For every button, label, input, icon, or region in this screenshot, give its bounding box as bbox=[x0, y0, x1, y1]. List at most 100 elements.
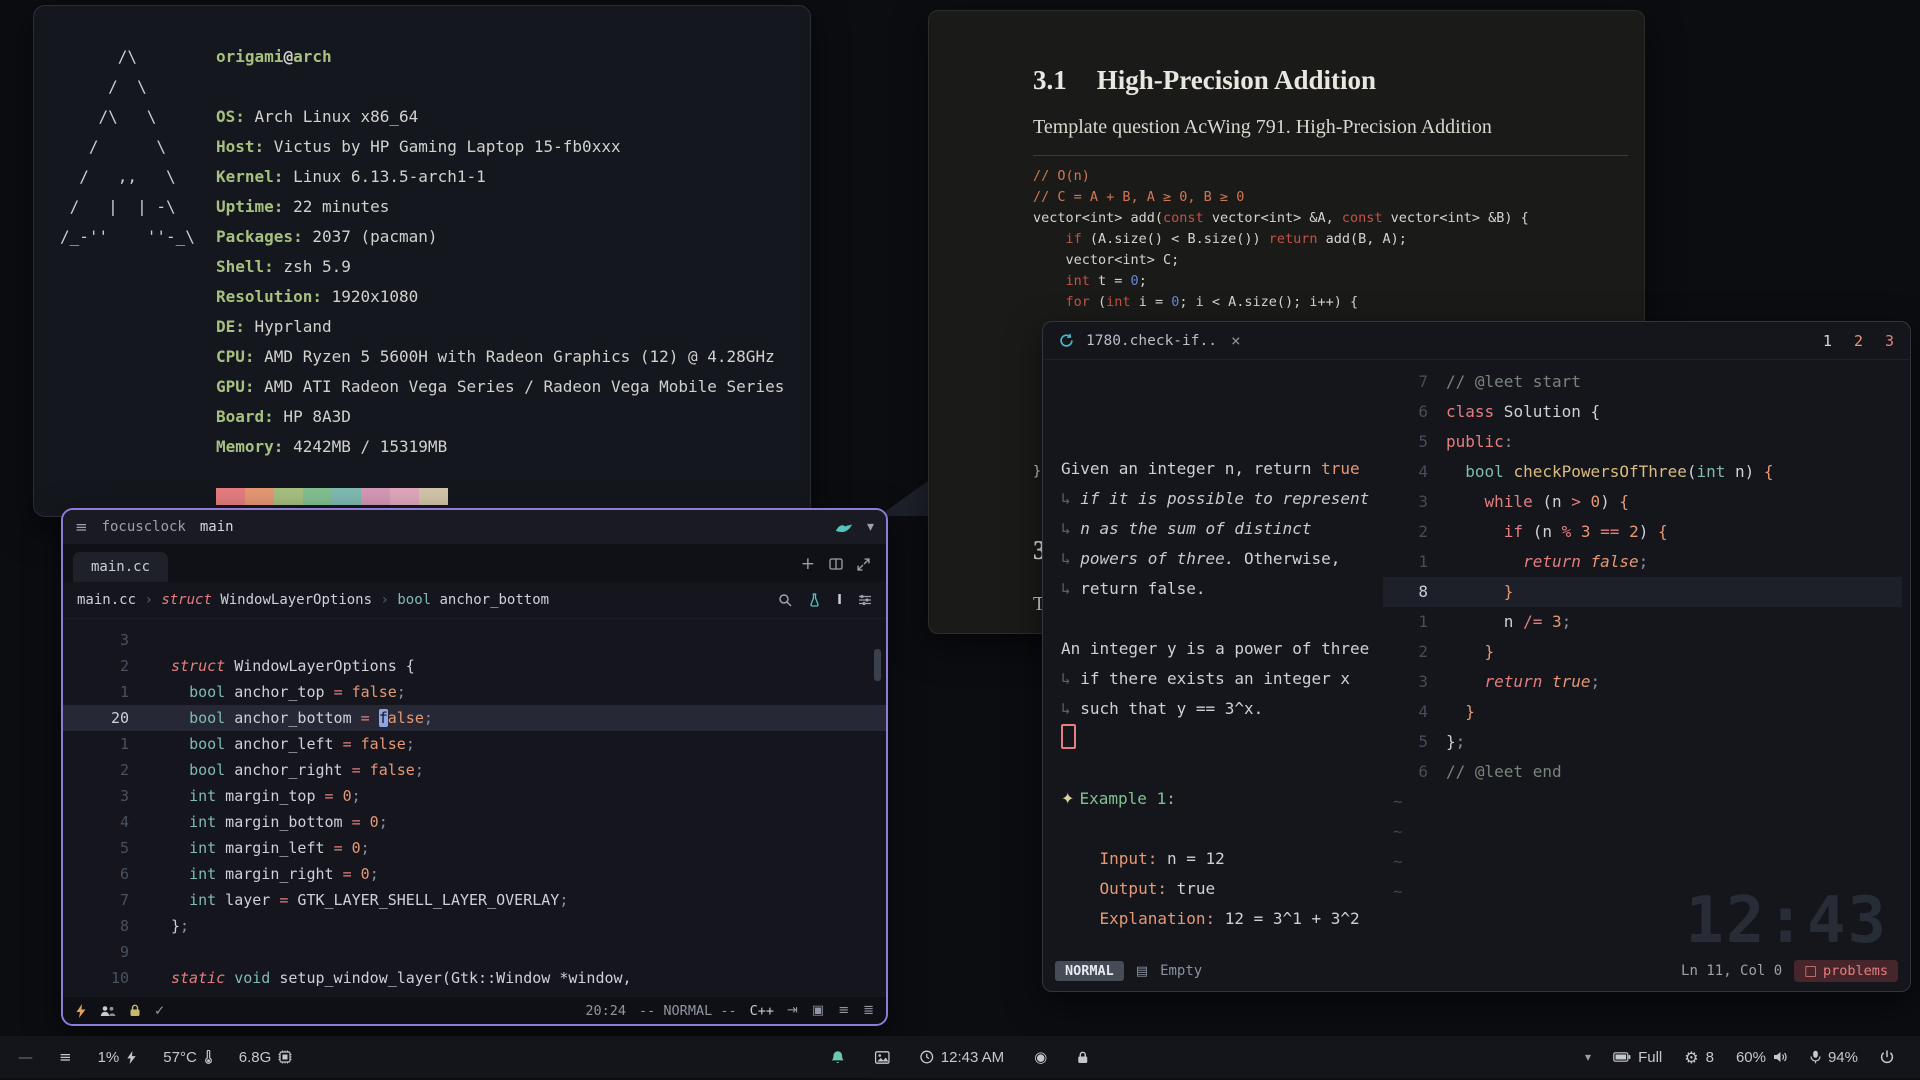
line-number: 8 bbox=[63, 913, 129, 939]
line-number: 1 bbox=[1383, 547, 1428, 577]
text-line: vector<int> C; bbox=[1033, 250, 1644, 271]
problem-description-pane[interactable]: Given an integer n, return true↳ if it i… bbox=[1043, 359, 1401, 951]
editor-statusline: ✓ 20:24 -- NORMAL -- C++ ⇥ ▣ ≡ ≣ bbox=[63, 997, 886, 1024]
list-icon[interactable]: ≡ bbox=[838, 1003, 849, 1018]
text-line: ↳ powers of three. Otherwise, bbox=[1061, 544, 1401, 574]
code-line: 4 bool checkPowersOfThree(int n) { bbox=[1383, 457, 1902, 487]
line-number: 2 bbox=[63, 653, 129, 679]
users-icon[interactable] bbox=[100, 1005, 116, 1017]
code-line: 7 int layer = GTK_LAYER_SHELL_LAYER_OVER… bbox=[63, 887, 886, 913]
line-number: 8 bbox=[1383, 577, 1428, 607]
leetcode-statusline: NORMAL ▤ Empty Ln 11, Col 0 □problems bbox=[1043, 955, 1910, 987]
mark-3[interactable]: 3 bbox=[1885, 332, 1894, 350]
code-line: 3 return true; bbox=[1383, 667, 1902, 697]
code-line: 20 bool anchor_bottom = false; bbox=[63, 705, 886, 731]
text-line bbox=[1061, 724, 1401, 754]
clock-overlay: 12:43 bbox=[1685, 884, 1888, 958]
code-line: 1 bool anchor_top = false; bbox=[63, 679, 886, 705]
memory-value: 6.8G bbox=[239, 1049, 272, 1066]
line-number: 9 bbox=[63, 939, 129, 965]
temperature-value: 57°C bbox=[163, 1049, 197, 1066]
empty-line-tilde: ~ bbox=[1383, 787, 1902, 817]
text-line bbox=[1061, 754, 1401, 784]
memory-module[interactable]: 6.8G bbox=[239, 1049, 293, 1066]
code-line: 4 int margin_bottom = 0; bbox=[63, 809, 886, 835]
line-number: 3 bbox=[1383, 487, 1428, 517]
updates-module[interactable]: ⚙8 bbox=[1684, 1048, 1714, 1067]
sliders-icon[interactable] bbox=[858, 594, 872, 606]
refresh-icon[interactable] bbox=[1059, 333, 1074, 348]
dash-icon[interactable]: — bbox=[18, 1048, 33, 1066]
cpu-module[interactable]: 1% bbox=[98, 1049, 138, 1066]
statusline-filetype: C++ bbox=[750, 1003, 774, 1019]
app-menu-icon[interactable]: ≡ bbox=[59, 1048, 72, 1066]
notification-bell-icon[interactable] bbox=[831, 1050, 845, 1065]
editor-terminal-window: ≡ focusclock main ▾ main.cc + main.cc › … bbox=[61, 508, 888, 1026]
indent-icon[interactable]: ⇥ bbox=[787, 1003, 798, 1018]
record-icon[interactable]: ◉ bbox=[1034, 1048, 1047, 1066]
fetch-line: Kernel: Linux 6.13.5-arch1-1 bbox=[216, 162, 784, 192]
power-icon[interactable] bbox=[1880, 1050, 1894, 1064]
doc-section-number: 3.1 bbox=[1033, 65, 1067, 95]
text-line: // O(n) bbox=[1033, 166, 1644, 187]
tray-arrow-icon[interactable]: ▾ bbox=[1585, 1050, 1591, 1064]
thermometer-icon bbox=[204, 1050, 213, 1064]
temperature-module[interactable]: 57°C bbox=[163, 1049, 213, 1066]
code-line: 1 bool anchor_left = false; bbox=[63, 731, 886, 757]
search-icon[interactable] bbox=[778, 593, 792, 607]
zap-icon[interactable] bbox=[75, 1004, 87, 1018]
fetch-line: Board: HP 8A3D bbox=[216, 402, 784, 432]
tmux-statusbar[interactable]: ≡ focusclock main ▾ bbox=[63, 510, 886, 544]
text-line: An integer y is a power of three bbox=[1061, 634, 1401, 664]
split-window-icon[interactable] bbox=[829, 557, 843, 571]
text-line: Explanation: 12 = 3^1 + 3^2 bbox=[1061, 904, 1401, 934]
statusline-time: 20:24 bbox=[585, 1003, 626, 1019]
tmux-session-name[interactable]: focusclock bbox=[102, 519, 186, 535]
leetcode-titlebar[interactable]: 1780.check-if.. × 1 2 3 bbox=[1043, 322, 1910, 360]
maximize-icon[interactable] bbox=[857, 558, 870, 571]
flask-icon[interactable] bbox=[808, 593, 821, 607]
text-line bbox=[1061, 604, 1401, 634]
mark-1[interactable]: 1 bbox=[1823, 332, 1832, 350]
box-icon[interactable]: ▣ bbox=[812, 1003, 824, 1018]
buffer-tab-title[interactable]: 1780.check-if.. bbox=[1086, 333, 1217, 349]
menu-icon[interactable]: ≡ bbox=[75, 518, 88, 536]
fetch-user: origami bbox=[216, 47, 283, 66]
statusline-mode: -- NORMAL -- bbox=[639, 1003, 737, 1019]
breadcrumb[interactable]: main.cc › struct WindowLayerOptions › bo… bbox=[77, 592, 549, 608]
code-line: 8}; bbox=[63, 913, 886, 939]
line-number: 7 bbox=[63, 887, 129, 913]
clock-module[interactable]: 12:43 AM bbox=[920, 1049, 1004, 1066]
line-number: 7 bbox=[1383, 367, 1428, 397]
chevron-down-icon[interactable]: ▾ bbox=[867, 519, 874, 535]
line-number: 4 bbox=[63, 809, 129, 835]
solution-buffer: 7// @leet start6class Solution {5public:… bbox=[1383, 367, 1902, 907]
speaker-icon bbox=[1773, 1051, 1788, 1063]
mark-2[interactable]: 2 bbox=[1854, 332, 1863, 350]
editor-tabbar: main.cc + bbox=[63, 544, 886, 582]
screenshot-icon[interactable] bbox=[875, 1051, 890, 1064]
tab-main-cc[interactable]: main.cc bbox=[73, 552, 168, 582]
tmux-window-name[interactable]: main bbox=[200, 519, 234, 535]
new-tab-button[interactable]: + bbox=[801, 554, 815, 574]
waybar: — ≡ 1% 57°C 6.8G 12:43 AM ◉ ▾ Full ⚙8 60… bbox=[0, 1036, 1920, 1078]
vertical-scrollbar[interactable] bbox=[874, 649, 881, 681]
solution-editor-pane[interactable]: 7// @leet start6class Solution {5public:… bbox=[1383, 359, 1902, 951]
outline-icon[interactable]: ≣ bbox=[863, 1003, 874, 1018]
screen-lock-icon[interactable] bbox=[1077, 1051, 1089, 1064]
text-line: ↳ if it is possible to represent bbox=[1061, 484, 1401, 514]
terminal-color-palette bbox=[216, 488, 784, 505]
text-line: ↳ if there exists an integer x bbox=[1061, 664, 1401, 694]
close-icon[interactable]: × bbox=[1231, 331, 1241, 350]
microphone-module[interactable]: 94% bbox=[1810, 1049, 1858, 1066]
fetch-line: CPU: AMD Ryzen 5 5600H with Radeon Graph… bbox=[216, 342, 784, 372]
code-editor-area[interactable]: 32struct WindowLayerOptions {1 bool anch… bbox=[63, 619, 886, 997]
problems-badge[interactable]: □problems bbox=[1794, 960, 1898, 982]
battery-module[interactable]: Full bbox=[1613, 1049, 1662, 1066]
volume-module[interactable]: 60% bbox=[1736, 1049, 1788, 1066]
line-number: 2 bbox=[1383, 517, 1428, 547]
cursor-mode-icon[interactable]: I bbox=[837, 593, 842, 608]
code-line: 3 while (n > 0) { bbox=[1383, 487, 1902, 517]
line-number: 20 bbox=[63, 705, 129, 731]
lock-icon[interactable] bbox=[129, 1004, 141, 1017]
